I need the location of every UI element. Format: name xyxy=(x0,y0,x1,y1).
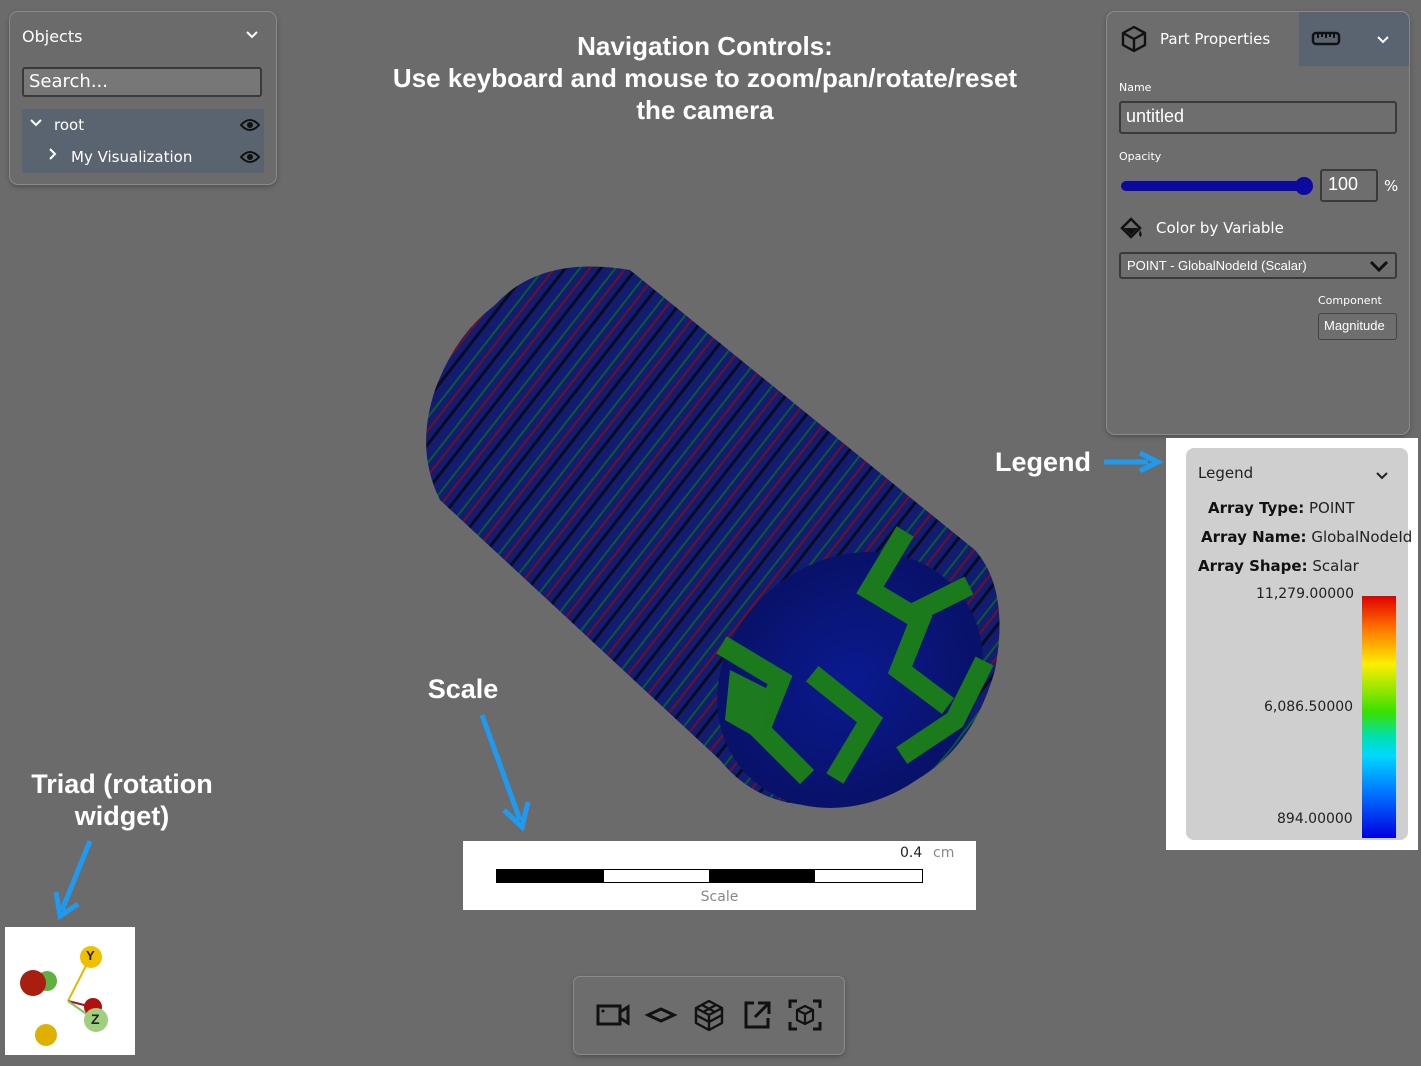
scale-bar: 0.4 cm Scale xyxy=(463,841,976,910)
objects-panel: Objects Search... root My Visualization xyxy=(10,12,276,184)
expand-icon[interactable] xyxy=(738,997,776,1033)
eye-icon[interactable] xyxy=(239,150,261,164)
tree-item-root[interactable]: root xyxy=(22,109,264,141)
arrow-down-icon xyxy=(479,714,531,832)
chevron-down-icon[interactable] xyxy=(246,27,258,43)
bottom-toolbar xyxy=(574,977,844,1054)
chevron-down-icon[interactable] xyxy=(1376,468,1388,486)
tree-item-my-visualization[interactable]: My Visualization xyxy=(22,141,264,173)
legend-callout: Legend xyxy=(994,447,1091,477)
cube-icon xyxy=(1121,25,1147,58)
reset-view-icon[interactable] xyxy=(786,997,824,1033)
opacity-label: Opacity xyxy=(1119,150,1162,163)
scale-segment xyxy=(497,870,604,882)
tree-item-label: My Visualization xyxy=(71,148,193,166)
triad-callout: Triad (rotation widget) xyxy=(12,768,232,832)
array-shape-row: Array Shape: Scalar xyxy=(1198,557,1359,575)
opacity-input[interactable]: 100 xyxy=(1320,169,1378,202)
array-type-label: Array Type: xyxy=(1208,499,1305,517)
opacity-unit: % xyxy=(1384,177,1399,195)
name-label: Name xyxy=(1119,81,1152,94)
name-field[interactable]: untitled xyxy=(1119,101,1397,134)
nav-title-line: Navigation Controls: xyxy=(577,31,833,61)
tab-colormap[interactable] xyxy=(1299,12,1409,66)
chevron-down-icon xyxy=(1369,259,1389,276)
legend-mid-value: 6,086.50000 xyxy=(1264,699,1354,715)
camera-icon[interactable] xyxy=(594,997,632,1033)
triad-widget[interactable]: Y Z xyxy=(5,927,135,1055)
objects-title: Objects xyxy=(22,27,83,46)
arrow-down-icon xyxy=(53,840,93,921)
color-by-select-value: POINT - GlobalNodeId (Scalar) xyxy=(1127,258,1307,273)
search-input[interactable]: Search... xyxy=(22,67,262,97)
triad-z-label: Z xyxy=(91,1011,100,1027)
triad-callout-line: widget) xyxy=(74,801,170,831)
part-properties-title: Part Properties xyxy=(1160,30,1271,48)
component-label: Component xyxy=(1318,294,1382,307)
color-by-label: Color by Variable xyxy=(1156,219,1284,237)
nav-title-line: the camera xyxy=(636,95,774,125)
colormap-bar xyxy=(1362,596,1396,838)
scale-value: 0.4 xyxy=(900,845,923,861)
legend-max-value: 11,279.00000 xyxy=(1256,586,1354,602)
triad-callout-line: Triad (rotation xyxy=(31,769,213,799)
opacity-slider-handle[interactable] xyxy=(1295,177,1313,195)
array-name-value: GlobalNodeId xyxy=(1311,528,1413,546)
plane-view-icon[interactable] xyxy=(642,997,680,1033)
legend-min-value: 894.00000 xyxy=(1277,811,1353,827)
wireframe-cube-icon[interactable] xyxy=(690,997,728,1033)
legend-panel-frame: Legend Array Type: POINT Array Name: Glo… xyxy=(1166,438,1418,850)
scale-segment xyxy=(709,870,815,882)
nav-title-line: Use keyboard and mouse to zoom/pan/rotat… xyxy=(392,63,1018,93)
paint-bucket-icon xyxy=(1119,215,1145,246)
chevron-down-icon[interactable] xyxy=(30,115,42,133)
legend-panel: Legend Array Type: POINT Array Name: Glo… xyxy=(1186,448,1412,840)
chevron-down-icon[interactable] xyxy=(1377,32,1389,50)
scale-unit: cm xyxy=(933,845,955,861)
triad-y-label: Y xyxy=(86,948,95,963)
legend-title: Legend xyxy=(1198,464,1254,482)
scale-callout: Scale xyxy=(427,674,499,704)
navigation-controls-annotation: Navigation Controls: Use keyboard and mo… xyxy=(340,30,1070,126)
part-properties-header: Part Properties xyxy=(1107,12,1409,66)
triad-axes xyxy=(20,946,108,1046)
object-tree: root My Visualization xyxy=(22,109,264,173)
arrow-right-icon xyxy=(1104,450,1164,474)
array-type-row: Array Type: POINT xyxy=(1208,499,1355,517)
scale-ruler xyxy=(496,869,923,883)
component-select[interactable]: Magnitude xyxy=(1318,313,1397,340)
tree-item-label: root xyxy=(54,116,85,134)
scale-label: Scale xyxy=(700,889,739,905)
eye-icon[interactable] xyxy=(239,118,261,132)
array-shape-value: Scalar xyxy=(1312,557,1359,575)
array-name-row: Array Name: GlobalNodeId xyxy=(1201,528,1412,546)
array-type-value: POINT xyxy=(1309,499,1355,517)
part-properties-panel: Part Properties Name untitled Opacity 10… xyxy=(1107,12,1409,434)
opacity-slider[interactable] xyxy=(1121,177,1313,195)
chevron-right-icon[interactable] xyxy=(48,147,58,165)
array-shape-label: Array Shape: xyxy=(1198,557,1308,575)
color-by-select[interactable]: POINT - GlobalNodeId (Scalar) xyxy=(1119,252,1397,279)
array-name-label: Array Name: xyxy=(1201,528,1307,546)
ruler-icon xyxy=(1311,30,1341,51)
